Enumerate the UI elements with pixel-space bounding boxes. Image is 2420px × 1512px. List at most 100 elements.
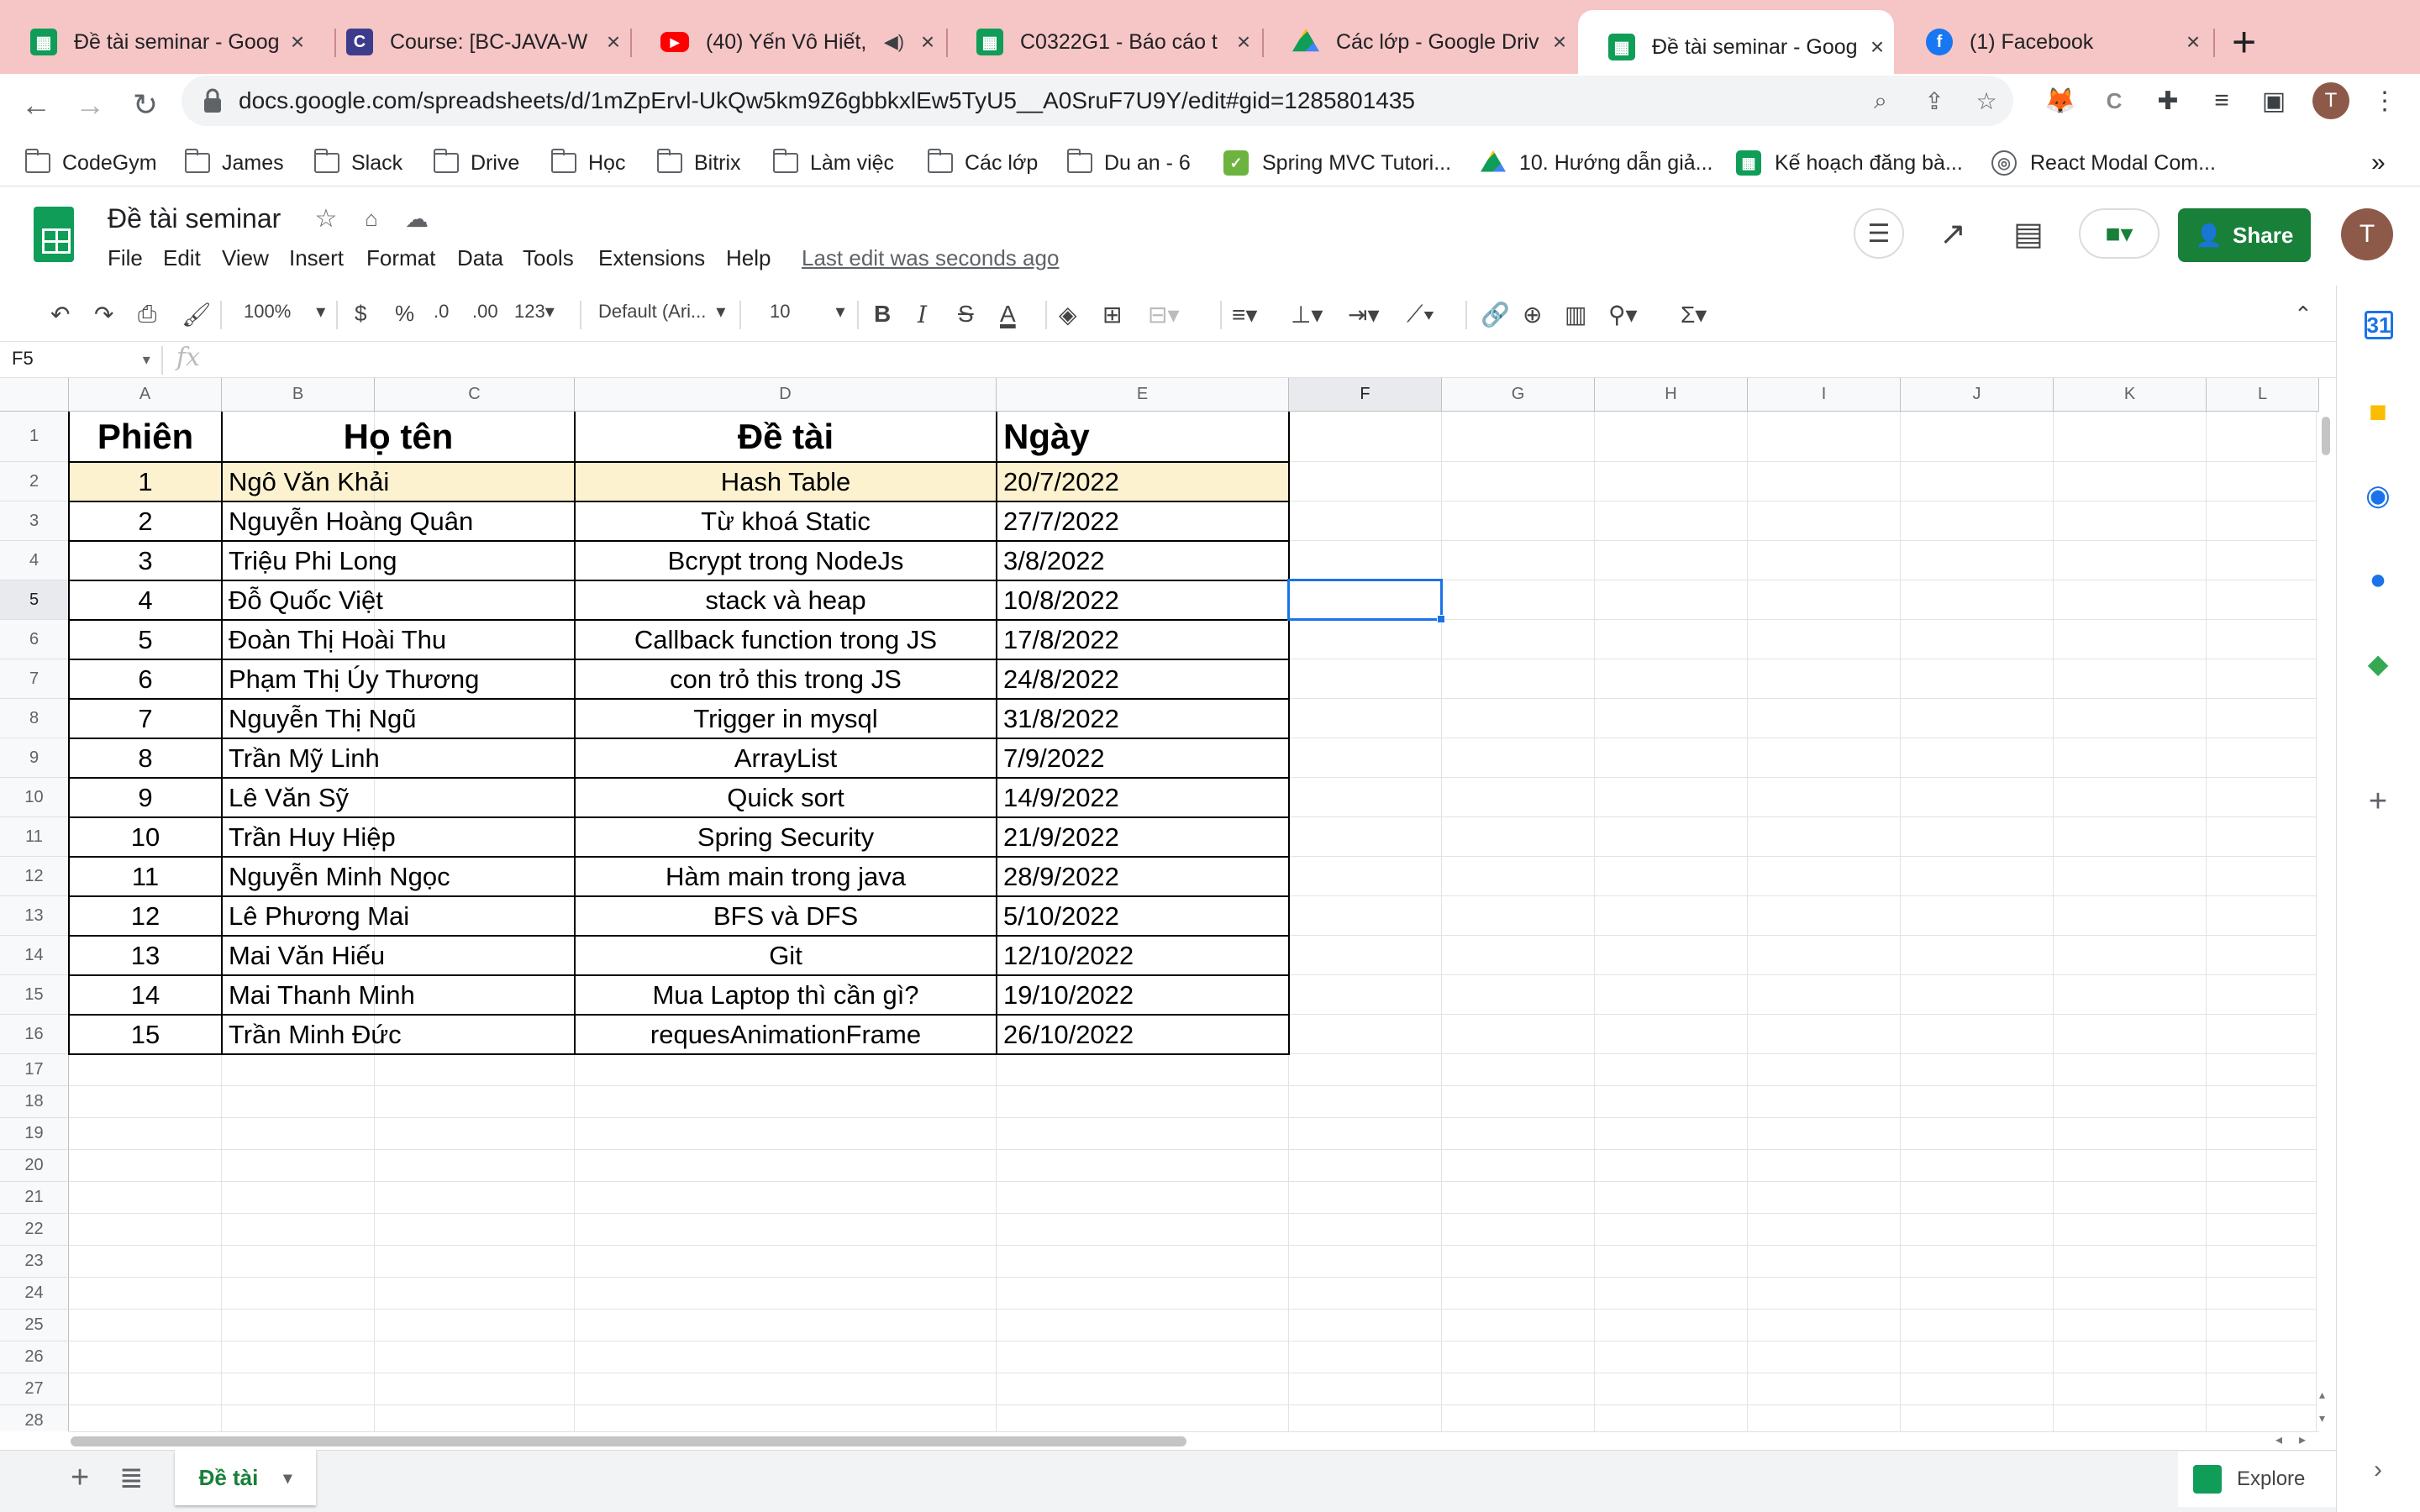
cell-name[interactable]: Đỗ Quốc Việt — [222, 580, 575, 620]
cell-date[interactable]: 5/10/2022 — [997, 896, 1289, 936]
cell-topic[interactable]: Mua Laptop thì cần gì? — [575, 975, 997, 1015]
cell-date[interactable]: 21/9/2022 — [997, 817, 1289, 857]
more-formats-select[interactable]: 123▾ — [514, 301, 555, 323]
italic-icon[interactable]: I — [918, 296, 927, 333]
menu-edit[interactable]: Edit — [163, 245, 201, 271]
cell-session[interactable]: 6 — [69, 659, 222, 699]
text-wrap-icon[interactable]: ⇥▾ — [1348, 296, 1380, 333]
text-color-icon[interactable]: A — [1000, 296, 1016, 333]
close-icon[interactable]: × — [597, 29, 630, 55]
row-header-16[interactable]: 16 — [0, 1015, 69, 1054]
cell-date[interactable]: 3/8/2022 — [997, 541, 1289, 580]
column-header-d[interactable]: D — [575, 378, 997, 412]
maps-icon[interactable]: ◆ — [2361, 647, 2395, 680]
insert-comment-icon[interactable]: ⊕ — [1523, 296, 1542, 333]
cell-topic[interactable]: Spring Security — [575, 817, 997, 857]
cell-session[interactable]: 2 — [69, 501, 222, 541]
side-panel-icon[interactable]: ▣ — [2257, 84, 2291, 118]
close-icon[interactable]: × — [1860, 34, 1894, 60]
column-header-f[interactable]: F — [1289, 378, 1442, 412]
cell-name[interactable]: Trần Mỹ Linh — [222, 738, 575, 778]
close-icon[interactable]: × — [2176, 29, 2210, 55]
add-addon-icon[interactable]: + — [2361, 784, 2395, 819]
cell-name[interactable]: Phạm Thị Úy Thương — [222, 659, 575, 699]
extensions-puzzle-icon[interactable]: ✚ — [2151, 84, 2185, 118]
row-header-24[interactable]: 24 — [0, 1278, 69, 1310]
back-icon[interactable]: ← — [13, 82, 59, 128]
row-header-1[interactable]: 1 — [0, 412, 69, 462]
print-icon[interactable]: ⎙ — [138, 296, 156, 333]
cell-session[interactable]: 4 — [69, 580, 222, 620]
row-header-20[interactable]: 20 — [0, 1150, 69, 1182]
menu-insert[interactable]: Insert — [289, 245, 344, 271]
insert-link-icon[interactable]: 🔗 — [1481, 296, 1510, 333]
last-edit-link[interactable]: Last edit was seconds ago — [802, 245, 1059, 271]
row-header-22[interactable]: 22 — [0, 1214, 69, 1246]
row-header-28[interactable]: 28 — [0, 1405, 69, 1431]
cell-session[interactable]: 11 — [69, 857, 222, 896]
currency-format-button[interactable]: $ — [355, 301, 366, 327]
bookmark-folder[interactable]: Slack — [313, 139, 402, 186]
horizontal-align-icon[interactable]: ≡▾ — [1232, 296, 1257, 333]
bookmark-link[interactable]: ◎ React Modal Com... — [1991, 139, 2216, 186]
undo-icon[interactable]: ↶ — [50, 296, 70, 333]
bookmark-folder[interactable]: CodeGym — [24, 139, 157, 186]
bookmark-folder[interactable]: Làm việc — [772, 139, 894, 186]
cell-topic[interactable]: ArrayList — [575, 738, 997, 778]
bookmark-link[interactable]: 10. Hướng dẫn giả... — [1481, 139, 1713, 186]
row-header-5[interactable]: 5 — [0, 580, 69, 620]
bookmark-star-icon[interactable]: ☆ — [1973, 87, 2000, 114]
bookmark-folder[interactable]: Bitrix — [656, 139, 741, 186]
cell-topic[interactable]: Từ khoá Static — [575, 501, 997, 541]
keep-icon[interactable]: ■ — [2361, 394, 2395, 428]
browser-tab[interactable]: Các lớp - Google Driv × — [1262, 0, 1576, 84]
cell-topic[interactable]: Callback function trong JS — [575, 620, 997, 659]
cell-session[interactable]: 14 — [69, 975, 222, 1015]
fill-color-icon[interactable]: ◈ — [1059, 296, 1077, 333]
close-icon[interactable]: × — [1227, 29, 1260, 55]
scroll-right-arrow[interactable]: ▸ — [2299, 1431, 2306, 1448]
menu-help[interactable]: Help — [726, 245, 771, 271]
row-header-2[interactable]: 2 — [0, 462, 69, 501]
row-header-15[interactable]: 15 — [0, 975, 69, 1015]
cell-date[interactable]: 17/8/2022 — [997, 620, 1289, 659]
cell-date[interactable]: 19/10/2022 — [997, 975, 1289, 1015]
bookmark-folder[interactable]: Du an - 6 — [1066, 139, 1191, 186]
cell-date[interactable]: 26/10/2022 — [997, 1015, 1289, 1054]
cell-date[interactable]: 12/10/2022 — [997, 936, 1289, 975]
browser-tab-active[interactable]: ▦ Đề tài seminar - Goog × — [1578, 10, 1894, 84]
decrease-decimal-button[interactable]: .0 — [434, 301, 449, 323]
merge-cells-icon[interactable]: ⊟▾ — [1148, 296, 1180, 333]
selected-cell[interactable] — [1287, 579, 1443, 621]
cell-date[interactable]: 24/8/2022 — [997, 659, 1289, 699]
header-cell-ho-ten[interactable]: Họ tên — [222, 412, 575, 462]
forward-icon[interactable]: → — [67, 82, 113, 128]
browser-tab[interactable]: ▦ Đề tài seminar - Goog × — [0, 0, 314, 84]
column-header-l[interactable]: L — [2207, 378, 2319, 412]
cell-name[interactable]: Nguyễn Thị Ngũ — [222, 699, 575, 738]
row-header-3[interactable]: 3 — [0, 501, 69, 541]
row-header-10[interactable]: 10 — [0, 778, 69, 817]
header-cell-ngay[interactable]: Ngày — [997, 412, 1289, 462]
bookmarks-overflow-button[interactable]: » — [2371, 139, 2386, 186]
cell-session[interactable]: 15 — [69, 1015, 222, 1054]
zoom-icon[interactable]: ⌕ — [1867, 87, 1894, 114]
profile-avatar[interactable]: T — [2312, 82, 2349, 119]
cell-name[interactable]: Nguyễn Hoàng Quân — [222, 501, 575, 541]
row-header-8[interactable]: 8 — [0, 699, 69, 738]
column-header-k[interactable]: K — [2054, 378, 2207, 412]
menu-view[interactable]: View — [222, 245, 269, 271]
header-cell-phien[interactable]: Phiên — [69, 412, 222, 462]
cell-topic[interactable]: stack và heap — [575, 580, 997, 620]
cell-date[interactable]: 7/9/2022 — [997, 738, 1289, 778]
row-header-9[interactable]: 9 — [0, 738, 69, 778]
cell-name[interactable]: Trần Huy Hiệp — [222, 817, 575, 857]
row-header-14[interactable]: 14 — [0, 936, 69, 975]
cell-name[interactable]: Mai Văn Hiếu — [222, 936, 575, 975]
contacts-icon[interactable]: ● — [2361, 563, 2395, 596]
reload-icon[interactable]: ↻ — [123, 82, 168, 128]
cell-date[interactable]: 31/8/2022 — [997, 699, 1289, 738]
tasks-icon[interactable]: ◉ — [2361, 479, 2395, 512]
row-header-23[interactable]: 23 — [0, 1246, 69, 1278]
cell-name[interactable]: Ngô Văn Khải — [222, 462, 575, 501]
